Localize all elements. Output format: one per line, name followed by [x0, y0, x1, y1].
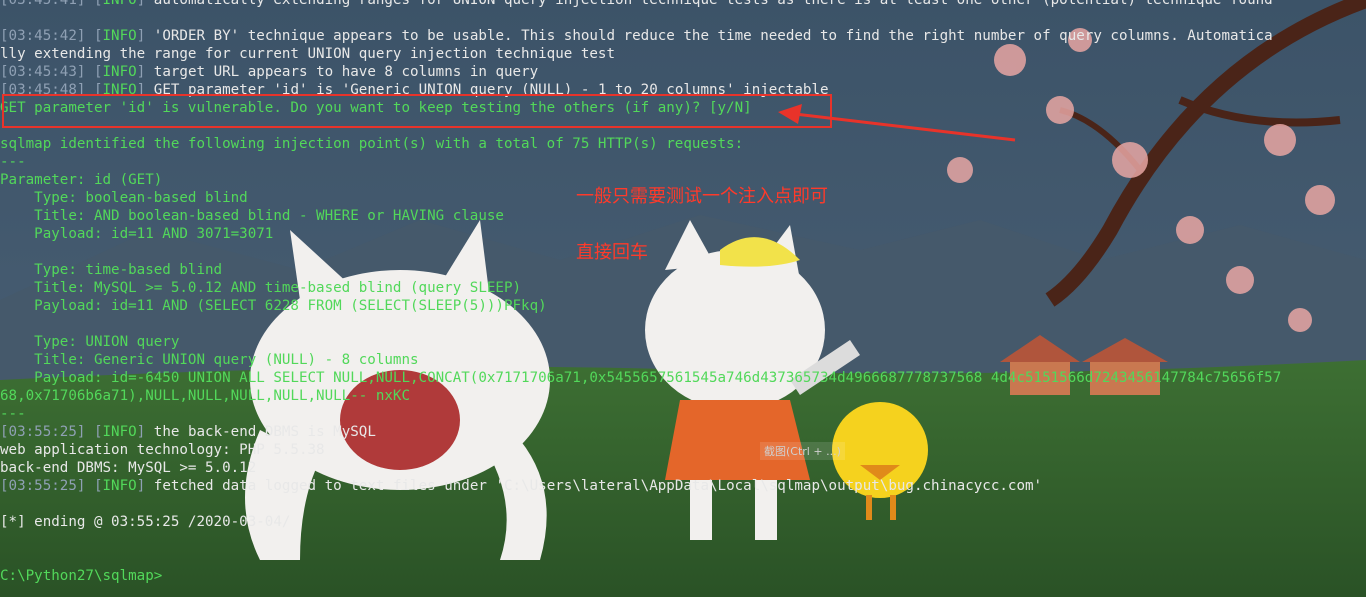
- annotation-note-test-one-point: 一般只需要测试一个注入点即可: [576, 186, 828, 207]
- annotation-note-press-enter: 直接回车: [576, 242, 648, 263]
- annotation-arrow: [778, 104, 1016, 142]
